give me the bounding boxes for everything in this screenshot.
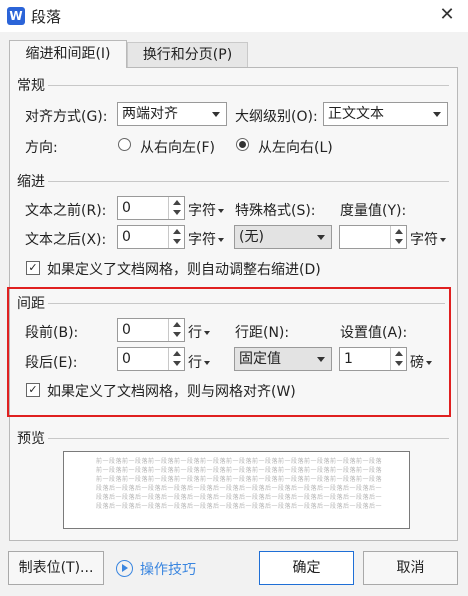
spacing-after-spinner[interactable]: 0 (117, 347, 185, 371)
special-format-select[interactable]: (无) (234, 225, 332, 249)
preview-line: 前一段落前一段落前一段落前一段落前一段落前一段落前一段落前一段落前一段落前一段落… (96, 476, 383, 483)
setting-value-unit-text: 磅 (410, 355, 424, 371)
alignment-label: 对齐方式(G): (25, 109, 108, 125)
chevron-down-icon (218, 209, 224, 213)
spin-down-icon[interactable] (395, 239, 403, 244)
ok-button[interactable]: 确定 (259, 551, 354, 585)
preview-line: 前一段落前一段落前一段落前一段落前一段落前一段落前一段落前一段落前一段落前一段落… (96, 458, 383, 465)
spacing-grid-checkbox[interactable]: ✓ (26, 383, 40, 397)
alignment-select[interactable]: 两端对齐 (117, 102, 227, 126)
section-spacing-title: 间距 (17, 296, 45, 312)
spacing-before-value: 0 (122, 322, 131, 338)
tips-link[interactable]: 操作技巧 (140, 559, 196, 579)
spin-up-icon[interactable] (173, 229, 181, 234)
chevron-down-icon (212, 112, 220, 117)
tab-line-page-breaks[interactable]: 换行和分页(P) (127, 42, 248, 67)
line-spacing-select[interactable]: 固定值 (234, 347, 332, 371)
play-circle-icon[interactable] (116, 560, 133, 577)
spin-up-icon[interactable] (173, 351, 181, 356)
chevron-down-icon (218, 238, 224, 242)
indent-after-spinner[interactable]: 0 (117, 225, 185, 249)
section-preview-title: 预览 (17, 431, 45, 447)
outline-level-select[interactable]: 正文文本 (323, 102, 448, 126)
close-icon[interactable]: ✕ (436, 4, 458, 26)
indent-before-spinner[interactable]: 0 (117, 196, 185, 220)
spacing-after-value: 0 (122, 351, 131, 367)
measure-spinner[interactable] (339, 225, 407, 249)
spin-down-icon[interactable] (173, 361, 181, 366)
setting-value-label: 设置值(A): (340, 325, 408, 341)
spacing-before-label: 段前(B): (25, 325, 79, 341)
setting-value-value: 1 (344, 351, 353, 367)
measure-unit-text: 字符 (410, 232, 438, 248)
line-spacing-label: 行距(N): (235, 325, 290, 341)
chevron-down-icon (317, 235, 325, 240)
spin-down-icon[interactable] (395, 361, 403, 366)
dialog-title: 段落 (31, 8, 62, 26)
indent-before-value: 0 (122, 200, 131, 216)
indent-after-label: 文本之后(X): (25, 232, 107, 248)
wps-app-icon: W (7, 7, 25, 25)
radio-ltr-label[interactable]: 从左向右(L) (258, 137, 333, 157)
chevron-down-icon (204, 361, 210, 365)
indent-after-unit-text: 字符 (188, 232, 216, 248)
section-spacing-divider (48, 303, 445, 304)
preview-line: 段落后一段落后一段落后一段落后一段落后一段落后一段落后一段落后一段落后一段落后一… (96, 494, 383, 501)
preview-line: 前一段落前一段落前一段落前一段落前一段落前一段落前一段落前一段落前一段落前一段落… (96, 467, 383, 474)
setting-value-spinner[interactable]: 1 (339, 347, 407, 371)
tab-stops-button[interactable]: 制表位(T)... (8, 551, 104, 585)
spin-up-icon[interactable] (173, 200, 181, 205)
chevron-down-icon (317, 357, 325, 362)
spin-down-icon[interactable] (173, 332, 181, 337)
spacing-before-spinner[interactable]: 0 (117, 318, 185, 342)
spacing-before-unit[interactable]: 行 (188, 322, 210, 342)
indent-before-label: 文本之前(R): (25, 203, 107, 219)
outline-level-label: 大纲级别(O): (235, 109, 318, 125)
spin-down-icon[interactable] (173, 210, 181, 215)
section-general-title: 常规 (17, 78, 45, 94)
preview-line: 段落后一段落后一段落后一段落后一段落后一段落后一段落后一段落后一段落后一段落后一… (96, 485, 383, 492)
spin-up-icon[interactable] (173, 322, 181, 327)
spacing-before-unit-text: 行 (188, 325, 202, 341)
spacing-grid-check-label[interactable]: 如果定义了文档网格，则与网格对齐(W) (47, 381, 296, 401)
title-bar (0, 0, 468, 32)
direction-label: 方向: (25, 140, 58, 156)
spin-up-icon[interactable] (395, 351, 403, 356)
radio-rtl[interactable] (118, 138, 131, 151)
alignment-value: 两端对齐 (122, 106, 178, 122)
spin-up-icon[interactable] (395, 229, 403, 234)
spacing-after-unit-text: 行 (188, 355, 202, 371)
spacing-after-label: 段后(E): (25, 355, 78, 371)
chevron-down-icon (204, 331, 210, 335)
spacing-after-unit[interactable]: 行 (188, 352, 210, 372)
chevron-down-icon (433, 112, 441, 117)
outline-level-value: 正文文本 (328, 106, 384, 122)
line-spacing-value: 固定值 (239, 351, 281, 367)
special-format-label: 特殊格式(S): (235, 203, 316, 219)
section-general-divider (48, 85, 449, 86)
radio-rtl-label[interactable]: 从右向左(F) (140, 137, 215, 157)
spin-down-icon[interactable] (173, 239, 181, 244)
paragraph-preview: 前一段落前一段落前一段落前一段落前一段落前一段落前一段落前一段落前一段落前一段落… (63, 451, 410, 529)
indent-grid-check-label[interactable]: 如果定义了文档网格，则自动调整右缩进(D) (47, 259, 321, 279)
section-indent-divider (48, 181, 449, 182)
radio-ltr[interactable] (236, 138, 249, 151)
chevron-down-icon (426, 361, 432, 365)
section-indent-title: 缩进 (17, 174, 45, 190)
tab-indent-spacing[interactable]: 缩进和间距(I) (9, 40, 127, 68)
indent-before-unit-text: 字符 (188, 203, 216, 219)
chevron-down-icon (440, 238, 446, 242)
preview-line: 段落后一段落后一段落后一段落后一段落后一段落后一段落后一段落后一段落后一段落后一… (96, 503, 383, 510)
indent-before-unit[interactable]: 字符 (188, 200, 224, 220)
indent-grid-checkbox[interactable]: ✓ (26, 261, 40, 275)
indent-after-value: 0 (122, 229, 131, 245)
special-format-value: (无) (239, 229, 264, 245)
setting-value-unit[interactable]: 磅 (410, 352, 432, 372)
indent-after-unit[interactable]: 字符 (188, 229, 224, 249)
measure-unit[interactable]: 字符 (410, 229, 446, 249)
cancel-button[interactable]: 取消 (363, 551, 458, 585)
measure-label: 度量值(Y): (340, 203, 407, 219)
section-preview-divider (48, 438, 449, 439)
